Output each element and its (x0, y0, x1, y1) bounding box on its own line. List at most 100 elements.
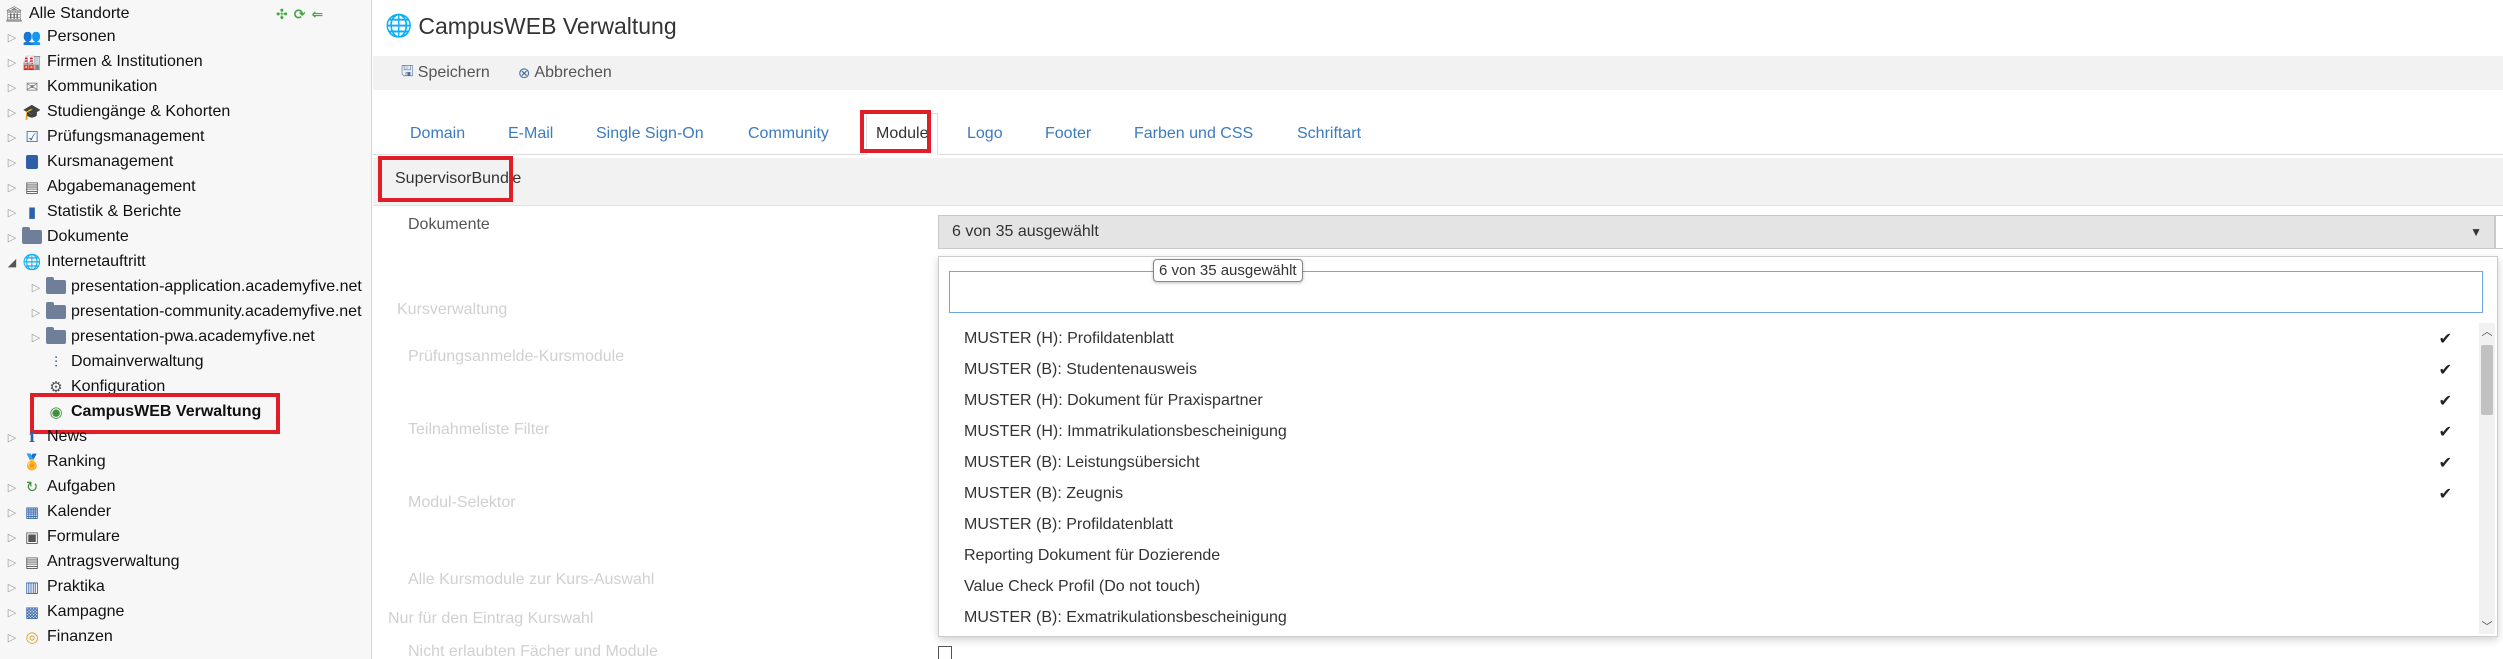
item-label: Value Check Profil (Do not touch) (964, 577, 1201, 595)
expand-arrow-icon[interactable]: ▷ (6, 425, 18, 449)
book-icon (22, 152, 42, 172)
item-label: MUSTER (H): Immatrikulationsbescheinigun… (964, 422, 1287, 440)
save-button[interactable]: 🖫 Speichern (401, 61, 490, 86)
list-item[interactable]: MUSTER (B): Studentenausweis ✔ (939, 354, 2466, 385)
tree-item-presentation-community[interactable]: ▷ presentation-community.academyfive.net (30, 300, 362, 324)
tab-single-sign-on[interactable]: Single Sign-On (596, 113, 704, 155)
info-icon: ℹ (29, 428, 35, 446)
tree-item-kalender[interactable]: ▷ ▦ Kalender (6, 500, 111, 524)
expand-arrow-icon[interactable]: ▷ (6, 50, 18, 74)
tree-item-kampagne[interactable]: ▷ ▩ Kampagne (6, 600, 125, 624)
tree-item-statistik[interactable]: ▷ ▮ Statistik & Berichte (6, 200, 182, 224)
list-item[interactable]: MUSTER (H): Immatrikulationsbescheinigun… (939, 416, 2466, 447)
tree-item-kursmanagement[interactable]: ▷ Kursmanagement (6, 150, 174, 174)
list-item[interactable]: Reporting Dokument für Dozierende (939, 540, 2466, 571)
tree-item-pruefungsmanagement[interactable]: ▷ ☑ Prüfungsmanagement (6, 125, 205, 149)
list-item[interactable]: Value Check Profil (Do not touch) (939, 571, 2466, 602)
tree-item-internetauftritt[interactable]: ◢ 🌐 Internetauftritt (6, 250, 146, 274)
scrollbar-thumb[interactable] (2481, 345, 2493, 415)
tree-root[interactable]: 🏛 Alle Standorte (4, 2, 129, 26)
building-icon: 🏛 (4, 5, 24, 23)
expand-arrow-icon[interactable]: ▷ (30, 275, 42, 299)
save-icon: 🖫 (401, 62, 414, 80)
page-title: CampusWEB Verwaltung (418, 12, 677, 39)
tree-controls: ✣ ⟳ ⇐ (276, 6, 323, 23)
expand-arrow-icon[interactable]: ▷ (6, 625, 18, 649)
tab-community[interactable]: Community (748, 113, 829, 155)
tree-item-praktika[interactable]: ▷ ▥ Praktika (6, 575, 105, 599)
collapse-arrow-icon[interactable]: ◢ (6, 250, 18, 274)
tree-item-aufgaben[interactable]: ▷ ↻ Aufgaben (6, 475, 116, 499)
tree-item-label: Aufgaben (47, 478, 116, 495)
tree-item-label: Statistik & Berichte (47, 203, 182, 220)
module-subtab-bar: SupervisorBundle (373, 158, 2503, 206)
highlight-tab-module (860, 110, 931, 153)
tree-item-presentation-application[interactable]: ▷ presentation-application.academyfive.n… (30, 275, 362, 299)
coins-icon: ◎ (25, 628, 39, 646)
tree-item-kommunikation[interactable]: ▷ ✉ Kommunikation (6, 75, 158, 99)
list-item[interactable]: MUSTER (B): Profildatenblatt (939, 509, 2466, 540)
tree-item-dokumente[interactable]: ▷ Dokumente (6, 225, 129, 249)
refresh-icon[interactable]: ⟳ (294, 6, 306, 23)
tree-item-finanzen[interactable]: ▷ ◎ Finanzen (6, 625, 113, 649)
campaign-icon: ▩ (24, 603, 40, 621)
documents-label: Dokumente (408, 216, 490, 233)
expand-arrow-icon[interactable]: ▷ (6, 100, 18, 124)
expand-arrow-icon[interactable]: ▷ (6, 525, 18, 549)
expand-arrow-icon[interactable]: ▷ (6, 75, 18, 99)
tree-item-news[interactable]: ▷ ℹ News (6, 425, 87, 449)
item-label: MUSTER (B): Studentenausweis (964, 360, 1197, 378)
documents-multiselect[interactable]: 6 von 35 ausgewählt ▼ (938, 215, 2495, 249)
tab-farben-und-css[interactable]: Farben und CSS (1134, 113, 1253, 155)
collapse-icon[interactable]: ⇐ (311, 6, 323, 23)
expand-all-icon[interactable]: ✣ (276, 6, 288, 23)
dropdown-scrollbar[interactable]: ︿ ﹀ (2479, 323, 2495, 634)
list-item[interactable]: MUSTER (B): Leistungsübersicht ✔ (939, 447, 2466, 478)
expand-arrow-icon[interactable]: ▷ (6, 150, 18, 174)
tree-item-formulare[interactable]: ▷ ▣ Formulare (6, 525, 120, 549)
tree-item-domainverwaltung[interactable]: ⫶ Domainverwaltung (46, 350, 203, 374)
item-label: MUSTER (B): Leistungsübersicht (964, 453, 1200, 471)
expand-arrow-icon[interactable]: ▷ (6, 225, 18, 249)
tree-item-studiengaenge[interactable]: ▷ 🎓 Studiengänge & Kohorten (6, 100, 231, 124)
faded-label-modul-selektor: Modul-Selektor (408, 494, 516, 511)
scroll-up-icon[interactable]: ︿ (2479, 323, 2495, 339)
tree-item-firmen[interactable]: ▷ 🏭 Firmen & Institutionen (6, 50, 203, 74)
tree-item-presentation-pwa[interactable]: ▷ presentation-pwa.academyfive.net (30, 325, 315, 349)
select-all-button[interactable]: ✔ (2495, 215, 2503, 249)
scroll-down-icon[interactable]: ﹀ (2479, 618, 2495, 634)
list-item[interactable]: MUSTER (H): Dokument für Praxispartner ✔ (939, 385, 2466, 416)
expand-arrow-icon[interactable]: ▷ (6, 125, 18, 149)
expand-arrow-icon[interactable]: ▷ (6, 175, 18, 199)
expand-arrow-icon[interactable]: ▷ (30, 325, 42, 349)
tree-item-personen[interactable]: ▷ 👥 Personen (6, 25, 116, 49)
tree-item-label: Internetauftritt (47, 253, 146, 270)
tab-logo[interactable]: Logo (967, 113, 1003, 155)
folder-icon (46, 302, 66, 322)
expand-arrow-icon[interactable]: ▷ (30, 300, 42, 324)
tab-email[interactable]: E-Mail (508, 113, 553, 155)
list-item[interactable]: MUSTER (B): Zeugnis ✔ (939, 478, 2466, 509)
expand-arrow-icon[interactable]: ▷ (6, 475, 18, 499)
expand-arrow-icon[interactable]: ▷ (6, 550, 18, 574)
faded-label-alle-kursmodule: Alle Kursmodule zur Kurs-Auswahl (408, 571, 655, 588)
expand-arrow-icon[interactable]: ▷ (6, 575, 18, 599)
internship-icon: ▥ (24, 578, 40, 596)
tree-item-ranking[interactable]: 🏅 Ranking (6, 450, 106, 474)
expand-arrow-icon[interactable]: ▷ (6, 600, 18, 624)
tree-item-label: Praktika (47, 578, 105, 595)
tasks-icon: ↻ (25, 478, 39, 496)
expand-arrow-icon[interactable]: ▷ (6, 500, 18, 524)
expand-arrow-icon[interactable]: ▷ (6, 25, 18, 49)
tree-item-antragsverwaltung[interactable]: ▷ ▤ Antragsverwaltung (6, 550, 180, 574)
tab-domain[interactable]: Domain (410, 113, 465, 155)
cancel-button[interactable]: ⊗ Abbrechen (518, 64, 612, 82)
tab-bar: Domain E-Mail Single Sign-On Community M… (373, 105, 2503, 155)
background-checkbox[interactable] (938, 646, 952, 659)
list-item[interactable]: MUSTER (H): Profildatenblatt ✔ (939, 323, 2466, 354)
list-item[interactable]: MUSTER (B): Exmatrikulationsbescheinigun… (939, 602, 2466, 633)
tree-item-abgabemanagement[interactable]: ▷ ▤ Abgabemanagement (6, 175, 196, 199)
tab-schriftart[interactable]: Schriftart (1297, 113, 1361, 155)
expand-arrow-icon[interactable]: ▷ (6, 200, 18, 224)
tab-footer[interactable]: Footer (1045, 113, 1091, 155)
